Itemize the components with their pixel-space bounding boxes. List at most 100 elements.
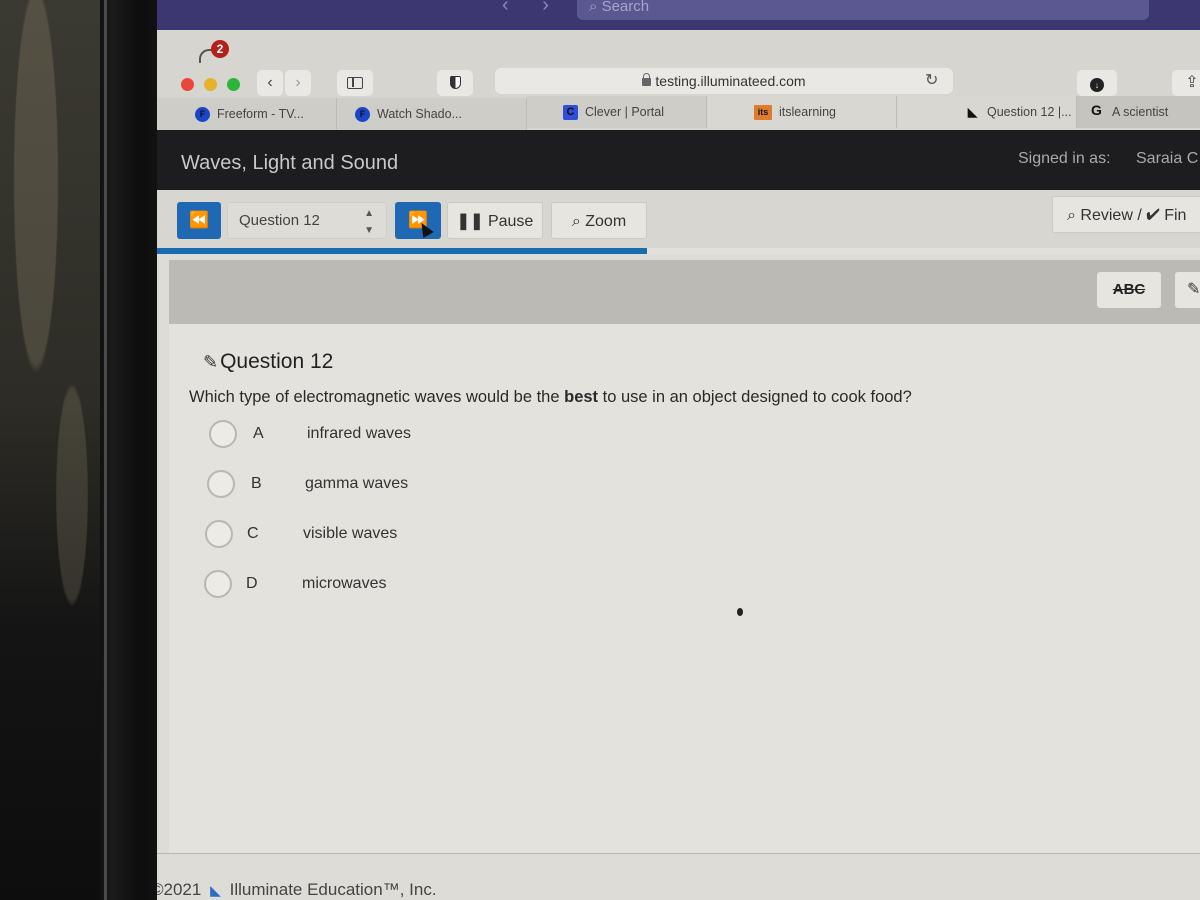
choice-letter: C (247, 525, 259, 542)
illuminate-favicon-icon: ◣ (967, 105, 978, 119)
company-name: Illuminate Education™, Inc. (229, 880, 437, 899)
tab-label: itslearning (779, 105, 836, 119)
answer-choice-b[interactable]: B gamma waves (207, 470, 507, 502)
chevron-right-icon: › (295, 74, 301, 91)
pause-icon: ❚❚ (456, 213, 484, 230)
screen-speck (737, 608, 743, 616)
browser-forward-button[interactable]: › (285, 70, 311, 96)
browser-chrome: 2 ‹ › testing.illuminateed.com ↻ ↓ ⇪ F F… (157, 30, 1200, 130)
footer: ©2021 ◣ Illuminate Education™, Inc. (157, 880, 437, 900)
choice-letter: B (251, 475, 262, 492)
question-panel: ✎Question 12 Which type of electromagnet… (169, 324, 1200, 854)
chevron-left-icon: ‹ (267, 74, 273, 91)
lock-icon (642, 73, 652, 86)
tab-question-12[interactable]: ◣ Question 12 |... (897, 96, 1077, 128)
prompt-text: to use in an object designed to cook foo… (598, 388, 912, 406)
answer-choice-c[interactable]: C visible waves (205, 520, 505, 552)
assessment-title: Waves, Light and Sound (181, 152, 399, 174)
choice-text: infrared waves (307, 425, 412, 442)
question-prompt: Which type of electromagnetic waves woul… (189, 388, 912, 407)
tab-clever-portal[interactable]: C Clever | Portal (527, 96, 707, 128)
itslearning-favicon-icon: its (754, 105, 772, 120)
reload-button[interactable]: ↻ (925, 68, 945, 94)
tab-itslearning[interactable]: its itslearning (707, 96, 897, 128)
signed-in-label: Signed in as: (1018, 150, 1111, 167)
fullscreen-window-button[interactable] (227, 78, 240, 91)
desktop-search-field[interactable]: ⌕ Search (577, 0, 1149, 20)
choice-text: visible waves (303, 525, 398, 542)
tab-freeform[interactable]: F Freeform - TV... (157, 98, 337, 130)
tab-label: Clever | Portal (585, 105, 664, 119)
question-toolbar: ⏪ Question 12 ▲ ▼ ⏩ ❚❚ Pause ⌕ Zoom ⌕ Rev… (157, 190, 1200, 250)
url-text: testing.illuminateed.com (655, 73, 806, 89)
footer-divider (157, 853, 1200, 854)
tab-label: Question 12 |... (987, 105, 1072, 119)
share-icon: ⇪ (1185, 74, 1199, 91)
answer-tools-bar: ABC ✎ (169, 260, 1200, 324)
strikethrough-tool-button[interactable]: ABC (1097, 272, 1161, 308)
google-favicon-icon: G (1091, 102, 1102, 118)
download-icon: ↓ (1090, 78, 1104, 92)
question-select[interactable]: Question 12 ▲ ▼ (227, 202, 387, 239)
pencil-icon: ✎ (203, 352, 219, 372)
zoom-label: Zoom (585, 213, 627, 230)
desktop-nav-arrows[interactable]: ‹ › (502, 0, 563, 17)
notification-indicator[interactable]: 2 (197, 40, 237, 63)
app-header: Waves, Light and Sound Signed in as: Sar… (157, 130, 1200, 190)
tab-label: A scientist (1112, 105, 1169, 119)
progress-bar (157, 248, 1200, 254)
desktop-search-placeholder: Search (601, 0, 650, 15)
laptop-bezel-edge (104, 0, 107, 900)
prompt-text: Which type of electromagnetic waves woul… (189, 388, 565, 406)
freeform-favicon-icon: F (355, 107, 370, 122)
choice-letter: D (246, 575, 258, 592)
magnifier-icon: ⌕ (1067, 207, 1076, 224)
user-name: Saraia C (1136, 150, 1199, 167)
desktop-top-bar: ‹ › ⌕ Search (157, 0, 1200, 30)
share-button[interactable]: ⇪ (1172, 70, 1200, 96)
browser-back-button[interactable]: ‹ (257, 70, 283, 96)
radio-button[interactable] (205, 520, 233, 548)
privacy-report-button[interactable] (437, 70, 473, 96)
pause-label: Pause (487, 213, 534, 230)
pause-button[interactable]: ❚❚ Pause (447, 202, 543, 239)
downloads-button[interactable]: ↓ (1077, 70, 1117, 96)
progress-bar-fill (157, 248, 648, 254)
freeform-favicon-icon: F (195, 107, 210, 122)
tab-label: Freeform - TV... (217, 107, 304, 121)
illuminate-logo-icon: ◣ (210, 882, 221, 898)
question-select-value: Question 12 (239, 212, 320, 229)
choice-text: microwaves (302, 575, 387, 592)
magnifier-icon: ⌕ (571, 213, 581, 230)
radio-button[interactable] (207, 470, 235, 498)
review-finish-button[interactable]: ⌕ Review / ✔ Fin (1052, 196, 1200, 233)
select-arrows-icon: ▲ ▼ (364, 208, 374, 236)
minimize-window-button[interactable] (204, 78, 217, 91)
tab-bar: F Freeform - TV... F Watch Shado... C Cl… (157, 96, 1200, 130)
radio-button[interactable] (204, 570, 232, 598)
close-window-button[interactable] (181, 78, 194, 91)
sidebar-icon (347, 77, 363, 89)
choice-letter: A (253, 425, 264, 442)
tab-label: Watch Shado... (377, 107, 462, 121)
answer-choice-d[interactable]: D microwaves (204, 570, 504, 602)
prompt-emphasis: best (564, 388, 599, 406)
reload-icon: ↻ (925, 72, 939, 89)
sidebar-toggle-button[interactable] (337, 70, 373, 96)
zoom-button[interactable]: ⌕ Zoom (551, 202, 647, 239)
laptop-bezel (100, 0, 165, 900)
notification-badge: 2 (211, 40, 229, 58)
search-icon: ⌕ (589, 0, 598, 15)
question-title: Question 12 (220, 350, 334, 373)
notes-tool-button[interactable]: ✎ (1175, 272, 1200, 308)
clever-favicon-icon: C (563, 105, 578, 120)
copyright-text: ©2021 (157, 880, 202, 899)
choice-text: gamma waves (305, 475, 409, 492)
tab-a-scientist[interactable]: G A scientist (1077, 96, 1200, 128)
radio-button[interactable] (209, 420, 237, 448)
address-bar[interactable]: testing.illuminateed.com (495, 68, 953, 94)
previous-question-button[interactable]: ⏪ (177, 202, 221, 239)
answer-choice-a[interactable]: A infrared waves (209, 420, 509, 452)
next-question-button[interactable]: ⏩ (395, 202, 441, 239)
tab-watch-shadow[interactable]: F Watch Shado... (337, 98, 527, 130)
